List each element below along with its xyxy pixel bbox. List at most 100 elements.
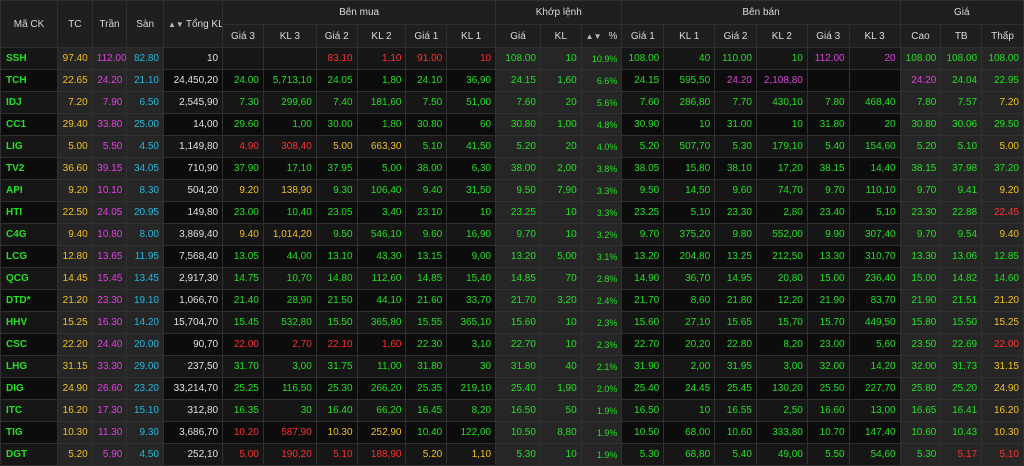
table-row[interactable]: HTI 22.50 24.05 20.95 149,80 23.00 10,40 23.05 3…: [0, 201, 1024, 224]
table-row[interactable]: TIG 10.30 11.30 9.30 3,686,70 10.20 587,90 10.3…: [0, 421, 1024, 444]
sort-updown-icon[interactable]: ▲▼: [586, 32, 602, 41]
bid2-price-cell[interactable]: 10.30: [315, 421, 358, 444]
bid3-price-cell[interactable]: 13.05: [222, 245, 264, 268]
col-floor-header[interactable]: Sàn: [126, 0, 164, 48]
symbol-cell[interactable]: DIG: [0, 377, 59, 400]
bid1-price-cell[interactable]: 15.55: [405, 311, 448, 334]
ask3-price-cell[interactable]: 16.60: [806, 399, 850, 422]
bid3-price-cell[interactable]: 37.90: [222, 157, 264, 180]
ask3-price-cell[interactable]: 23.40: [806, 201, 850, 224]
bid2-price-cell[interactable]: 24.05: [315, 69, 358, 92]
ask3-price-cell[interactable]: 25.50: [806, 377, 850, 400]
ask1-price-cell[interactable]: 5.20: [621, 135, 665, 158]
symbol-cell[interactable]: TIG: [0, 421, 59, 444]
ask2-price-cell[interactable]: 10.60: [714, 421, 757, 444]
ask3-price-cell[interactable]: 10.70: [806, 421, 850, 444]
ask3-price-cell[interactable]: 15.70: [806, 311, 850, 334]
bid1-price-cell[interactable]: 31.80: [405, 355, 448, 378]
bid1-price-cell[interactable]: 16.45: [405, 399, 448, 422]
symbol-cell[interactable]: LIG: [0, 135, 59, 158]
bid3-price-cell[interactable]: 31.70: [222, 355, 264, 378]
bid1-price-cell[interactable]: 7.50: [405, 91, 448, 114]
col-match-vol-header[interactable]: KL: [539, 24, 582, 48]
ask2-price-cell[interactable]: 31.95: [714, 355, 757, 378]
bid1-price-cell[interactable]: 38.00: [405, 157, 448, 180]
ask1-price-cell[interactable]: 5.30: [621, 443, 665, 466]
ask2-price-cell[interactable]: 14.95: [714, 267, 757, 290]
bid1-price-cell[interactable]: 24.10: [405, 69, 448, 92]
ask2-price-cell[interactable]: 7.70: [714, 91, 757, 114]
symbol-cell[interactable]: DTD*: [0, 289, 59, 312]
bid3-price-cell[interactable]: 15.45: [222, 311, 264, 334]
bid3-price-cell[interactable]: 16.35: [222, 399, 264, 422]
bid1-price-cell[interactable]: 25.35: [405, 377, 448, 400]
col-bid1-vol-header[interactable]: KL 1: [446, 24, 497, 48]
ask1-price-cell[interactable]: 9.50: [621, 179, 665, 202]
bid3-price-cell[interactable]: 5.00: [222, 443, 264, 466]
table-row[interactable]: SSH 97.40 112.00 82.80 10 83.10 1,10 91.00 10 108…: [0, 47, 1024, 70]
col-ask2-header[interactable]: Giá 2: [714, 24, 757, 48]
ask1-price-cell[interactable]: 9.70: [621, 223, 665, 246]
bid2-price-cell[interactable]: 14.80: [315, 267, 358, 290]
ask3-price-cell[interactable]: 7.80: [806, 91, 850, 114]
table-row[interactable]: DTD* 21.20 23.30 19.10 1,066,70 21.40 28,90 21.…: [0, 289, 1024, 312]
col-high-header[interactable]: Cao: [899, 24, 942, 48]
bid2-price-cell[interactable]: 5.10: [315, 443, 358, 466]
ask2-price-cell[interactable]: 16.55: [714, 399, 757, 422]
table-row[interactable]: LIG 5.00 5.50 4.50 1,149,80 4.90 308,40 5.00 663…: [0, 135, 1024, 158]
ask2-price-cell[interactable]: 15.65: [714, 311, 757, 334]
ask3-price-cell[interactable]: 9.90: [806, 223, 850, 246]
bid1-price-cell[interactable]: 13.15: [405, 245, 448, 268]
ask1-price-cell[interactable]: 15.60: [621, 311, 665, 334]
col-change-pct-header[interactable]: ▲▼%: [580, 24, 623, 48]
bid3-price-cell[interactable]: 4.90: [222, 135, 264, 158]
symbol-cell[interactable]: ITC: [0, 399, 59, 422]
ask3-price-cell[interactable]: 112.00: [806, 47, 850, 70]
symbol-cell[interactable]: DGT: [0, 443, 59, 466]
bid2-price-cell[interactable]: 83.10: [315, 47, 358, 70]
bid3-price-cell[interactable]: 25.25: [222, 377, 264, 400]
table-row[interactable]: DGT 5.20 5.90 4.50 252,10 5.00 190,20 5.10 188,9…: [0, 443, 1024, 466]
bid2-price-cell[interactable]: 15.50: [315, 311, 358, 334]
bid2-price-cell[interactable]: 30.00: [315, 113, 358, 136]
symbol-cell[interactable]: CC1: [0, 113, 59, 136]
ask3-price-cell[interactable]: 9.70: [806, 179, 850, 202]
ask1-price-cell[interactable]: 13.20: [621, 245, 665, 268]
ask1-price-cell[interactable]: 16.50: [621, 399, 665, 422]
ask3-price-cell[interactable]: 38.15: [806, 157, 850, 180]
ask2-price-cell[interactable]: 5.40: [714, 443, 757, 466]
symbol-cell[interactable]: CSC: [0, 333, 59, 356]
ask3-price-cell[interactable]: 31.80: [806, 113, 850, 136]
bid3-price-cell[interactable]: 7.30: [222, 91, 264, 114]
bid2-price-cell[interactable]: 37.95: [315, 157, 358, 180]
symbol-cell[interactable]: TV2: [0, 157, 59, 180]
ask3-price-cell[interactable]: 32.00: [806, 355, 850, 378]
bid2-price-cell[interactable]: 13.10: [315, 245, 358, 268]
bid2-price-cell[interactable]: 9.30: [315, 179, 358, 202]
ask1-price-cell[interactable]: 38.05: [621, 157, 665, 180]
ask3-price-cell[interactable]: 15.00: [806, 267, 850, 290]
bid3-price-cell[interactable]: 23.00: [222, 201, 264, 224]
symbol-cell[interactable]: HHV: [0, 311, 59, 334]
sort-updown-icon[interactable]: ▲▼: [168, 20, 184, 29]
table-row[interactable]: CC1 29.40 33.80 25.00 14,00 29.60 1,00 30.00 1,8…: [0, 113, 1024, 136]
ask2-price-cell[interactable]: 24.20: [714, 69, 757, 92]
bid2-price-cell[interactable]: 23.05: [315, 201, 358, 224]
col-bid3-header[interactable]: Giá 3: [222, 24, 264, 48]
bid1-price-cell[interactable]: 14.85: [405, 267, 448, 290]
col-average-header[interactable]: TB: [940, 24, 983, 48]
bid1-price-cell[interactable]: 91.00: [405, 47, 448, 70]
symbol-cell[interactable]: API: [0, 179, 59, 202]
ask1-price-cell[interactable]: 108.00: [621, 47, 665, 70]
ask1-price-cell[interactable]: 23.25: [621, 201, 665, 224]
ask2-price-cell[interactable]: 5.30: [714, 135, 757, 158]
table-row[interactable]: DIG 24.90 26.60 23.20 33,214,70 25.25 116,50 25…: [0, 377, 1024, 400]
bid2-price-cell[interactable]: 22.10: [315, 333, 358, 356]
ask2-price-cell[interactable]: 21.80: [714, 289, 757, 312]
bid1-price-cell[interactable]: 9.60: [405, 223, 448, 246]
symbol-cell[interactable]: LCG: [0, 245, 59, 268]
ask1-price-cell[interactable]: 14.90: [621, 267, 665, 290]
ask1-price-cell[interactable]: 7.60: [621, 91, 665, 114]
table-row[interactable]: ITC 16.20 17.30 15.10 312,80 16.35 30 16.40 66,2…: [0, 399, 1024, 422]
bid3-price-cell[interactable]: 22.00: [222, 333, 264, 356]
